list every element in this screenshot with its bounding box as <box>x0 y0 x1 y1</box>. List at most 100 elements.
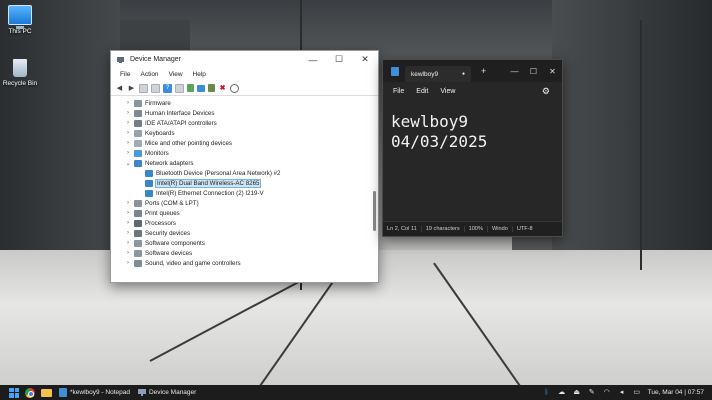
menu-action[interactable]: Action <box>135 71 163 78</box>
notepad-text-area[interactable]: kewlboy9 04/03/2025 <box>391 112 487 152</box>
tree-item-ports[interactable]: › Ports (COM & LPT) <box>125 198 199 208</box>
notepad-tab[interactable]: kewlboy9 ● <box>405 66 471 82</box>
chevron-right-icon[interactable]: › <box>125 110 131 116</box>
chevron-right-icon[interactable]: › <box>125 240 131 246</box>
maximize-button[interactable]: ☐ <box>524 67 543 76</box>
chevron-right-icon[interactable]: › <box>125 220 131 226</box>
processor-icon <box>134 219 142 227</box>
chevron-right-icon[interactable]: › <box>125 130 131 136</box>
battery-icon[interactable]: ▭ <box>633 389 641 397</box>
desktop-icon-this-pc[interactable]: This PC <box>0 5 40 35</box>
download-icon[interactable] <box>230 83 239 93</box>
title-bar[interactable]: Device Manager — ☐ ✕ <box>111 51 378 68</box>
tree-item-software-components[interactable]: › Software components <box>125 238 205 248</box>
usb-icon[interactable]: ⏏ <box>573 389 581 397</box>
tree-item-label: Network adapters <box>145 159 194 167</box>
device-manager-icon <box>137 389 146 396</box>
maximize-button[interactable]: ☐ <box>326 51 352 68</box>
notepad-icon <box>59 388 67 397</box>
new-tab-button[interactable]: + <box>481 66 486 76</box>
device-manager-app-icon <box>117 56 124 63</box>
network-tray-icon[interactable]: ☁ <box>558 389 566 397</box>
scan-hardware-icon[interactable] <box>197 84 205 92</box>
uninstall-device-icon[interactable]: ✖ <box>218 84 227 93</box>
tree-item-label: Software components <box>145 239 205 247</box>
software-device-icon <box>134 249 142 257</box>
forward-arrow-icon[interactable]: ▶ <box>127 84 136 93</box>
tree-item-intel-wireless[interactable]: Intel(R) Dual Band Wireless-AC 8265 <box>142 178 262 188</box>
tree-item-monitors[interactable]: › Monitors <box>125 148 169 158</box>
tree-item-software-devices[interactable]: › Software devices <box>125 248 192 258</box>
hid-icon <box>134 109 142 117</box>
settings-gear-icon[interactable]: ⚙ <box>536 86 556 97</box>
enable-device-icon[interactable] <box>208 84 215 92</box>
status-zoom[interactable]: 100% <box>465 226 488 232</box>
tree-item-sound-video-game[interactable]: › Sound, video and game controllers <box>125 258 241 268</box>
tree-item-intel-ethernet[interactable]: Intel(R) Ethernet Connection (2) I219-V <box>142 188 264 198</box>
chrome-icon[interactable] <box>25 387 35 398</box>
toolbar: ◀ ▶ ? ✖ <box>111 81 378 96</box>
keyboard-icon <box>134 129 142 137</box>
minimize-button[interactable]: — <box>505 67 524 76</box>
taskbar-item-device-manager[interactable]: Device Manager <box>137 388 197 397</box>
start-button[interactable] <box>9 387 19 398</box>
file-explorer-icon[interactable] <box>41 388 52 397</box>
chevron-right-icon[interactable]: › <box>125 260 131 266</box>
minimize-button[interactable]: — <box>300 51 326 68</box>
chevron-right-icon[interactable]: › <box>125 250 131 256</box>
pen-icon[interactable]: ✎ <box>588 389 596 397</box>
close-button[interactable]: ✕ <box>543 67 562 76</box>
tree-item-label: Ports (COM & LPT) <box>145 199 199 207</box>
port-icon <box>134 199 142 207</box>
vertical-scrollbar[interactable] <box>373 101 376 273</box>
taskbar: *kewlboy9 - Notepad Device Manager ᛒ ☁ ⏏… <box>0 385 712 400</box>
taskbar-item-label: Device Manager <box>148 389 197 396</box>
chevron-right-icon[interactable]: › <box>125 100 131 106</box>
desktop-icon-recycle-bin[interactable]: Recycle Bin <box>0 59 40 87</box>
tree-item-security-devices[interactable]: › Security devices <box>125 228 190 238</box>
menu-view[interactable]: View <box>164 71 188 78</box>
tree-item-print-queues[interactable]: › Print queues <box>125 208 180 218</box>
close-button[interactable]: ✕ <box>352 51 378 68</box>
tree-item-firmware[interactable]: › Firmware <box>125 98 171 108</box>
unsaved-dot-icon[interactable]: ● <box>462 71 465 77</box>
tree-item-network-adapters[interactable]: ⌄ Network adapters <box>125 158 194 168</box>
back-arrow-icon[interactable]: ◀ <box>115 84 124 93</box>
tree-item-label: Keyboards <box>145 129 175 137</box>
tree-item-keyboards[interactable]: › Keyboards <box>125 128 175 138</box>
volume-icon[interactable]: ◂ <box>618 389 626 397</box>
chevron-down-icon[interactable]: ⌄ <box>125 160 131 167</box>
chevron-right-icon[interactable]: › <box>125 200 131 206</box>
scrollbar-thumb[interactable] <box>373 191 376 231</box>
status-character-count: 19 characters <box>422 226 465 232</box>
notepad-title-bar[interactable]: kewlboy9 ● + — ☐ ✕ <box>383 60 562 82</box>
tree-item-ide-ata-atapi[interactable]: › IDE ATA/ATAPI controllers <box>125 118 217 128</box>
tree-item-human-interface-devices[interactable]: › Human Interface Devices <box>125 108 214 118</box>
taskbar-item-notepad[interactable]: *kewlboy9 - Notepad <box>59 388 130 397</box>
text-line: kewlboy9 <box>391 112 469 131</box>
menu-file[interactable]: File <box>115 71 135 78</box>
update-driver-icon[interactable] <box>187 84 194 92</box>
menu-file[interactable]: File <box>387 88 410 95</box>
chevron-right-icon[interactable]: › <box>125 120 131 126</box>
network-adapter-icon <box>134 159 142 167</box>
network-adapter-icon <box>145 189 153 197</box>
chevron-right-icon[interactable]: › <box>125 140 131 146</box>
taskbar-item-label: *kewlboy9 - Notepad <box>70 389 130 396</box>
chevron-right-icon[interactable]: › <box>125 210 131 216</box>
properties-icon[interactable] <box>151 83 160 93</box>
menu-view[interactable]: View <box>434 88 461 95</box>
clock[interactable]: Tue, Mar 04 | 07:57 <box>648 389 704 396</box>
tree-item-mice[interactable]: › Mice and other pointing devices <box>125 138 232 148</box>
wifi-icon[interactable]: ◠ <box>603 389 611 397</box>
menu-help[interactable]: Help <box>188 71 211 78</box>
chevron-right-icon[interactable]: › <box>125 150 131 156</box>
view-resources-icon[interactable] <box>175 83 184 93</box>
tree-item-processors[interactable]: › Processors <box>125 218 176 228</box>
show-hide-tree-icon[interactable] <box>139 83 148 93</box>
help-icon[interactable]: ? <box>163 83 172 93</box>
chevron-right-icon[interactable]: › <box>125 230 131 236</box>
tree-item-bluetooth-device[interactable]: Bluetooth Device (Personal Area Network)… <box>142 168 281 178</box>
menu-edit[interactable]: Edit <box>410 88 434 95</box>
bluetooth-icon[interactable]: ᛒ <box>543 389 551 397</box>
